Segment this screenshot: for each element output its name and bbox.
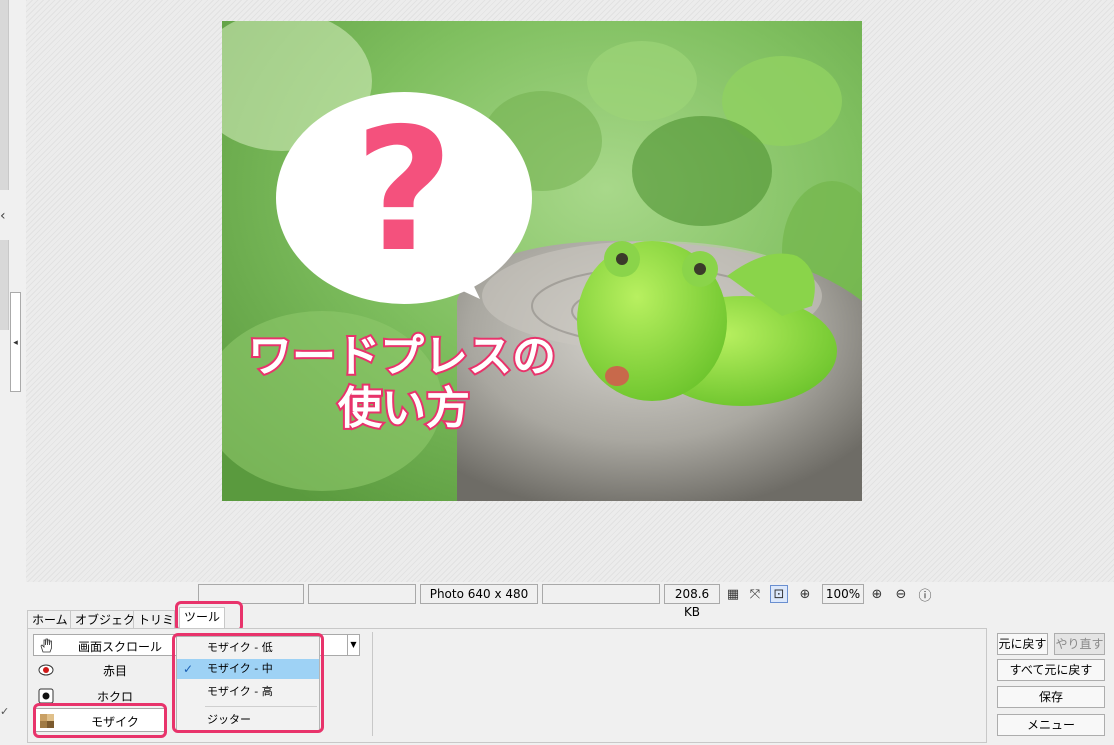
chevron-down-icon[interactable]: ▼	[347, 635, 359, 655]
tool-mosaic[interactable]: モザイク	[33, 708, 167, 732]
tab-home[interactable]: ホーム	[27, 610, 73, 629]
menu-item-label: モザイク - 中	[207, 662, 273, 675]
mosaic-strength-menu: モザイク - 低 ✓ モザイク - 中 モザイク - 高 ジッター	[176, 636, 320, 732]
mosaic-icon	[40, 714, 54, 728]
status-cell-empty-3	[542, 584, 660, 604]
resize-grip-icon: ✓	[0, 705, 10, 718]
status-cell-empty-2	[308, 584, 416, 604]
actual-size-icon[interactable]: ⊡	[770, 585, 788, 603]
transparency-checker-icon[interactable]: ▦	[724, 585, 742, 603]
tool-red-eye[interactable]: 赤目	[33, 658, 167, 682]
tool-mode-value: 画面スクロール	[78, 640, 163, 654]
tab-trimming[interactable]: トリミング	[133, 610, 175, 629]
menu-button[interactable]: メニュー	[997, 714, 1105, 736]
menu-item-mosaic-high[interactable]: モザイク - 高	[177, 682, 319, 702]
menu-item-label: ジッター	[207, 713, 251, 726]
status-bar: Photo 640 x 480 208.6 KB ▦ ⤧ ⊡ ⊕ 100% ⊕ …	[198, 584, 940, 619]
status-file-size: 208.6 KB	[664, 584, 720, 619]
zoom-in-icon[interactable]: ⊕	[868, 585, 886, 603]
panel-divider	[372, 632, 373, 736]
undo-button[interactable]: 元に戻す	[997, 633, 1048, 655]
info-icon[interactable]: ⓘ	[916, 585, 934, 604]
overlay-title-line1: ワードプレスの	[248, 331, 556, 382]
menu-item-label: モザイク - 低	[207, 641, 273, 654]
photo-preview[interactable]: ? ワードプレスの 使い方	[222, 21, 862, 501]
undo-all-button[interactable]: すべて元に戻す	[997, 659, 1105, 681]
tool-red-eye-label: 赤目	[102, 664, 127, 678]
redo-button[interactable]: やり直す	[1054, 633, 1105, 655]
menu-item-mosaic-low[interactable]: モザイク - 低	[177, 638, 319, 658]
menu-separator	[205, 706, 317, 707]
menu-item-mosaic-medium[interactable]: ✓ モザイク - 中	[177, 659, 319, 679]
fit-to-window-icon[interactable]: ⤧	[746, 585, 764, 603]
menu-item-label: モザイク - 高	[207, 685, 273, 698]
status-dimensions: Photo 640 x 480	[420, 584, 538, 604]
tool-mosaic-label: モザイク	[91, 715, 139, 729]
collapse-panel-handle[interactable]: ◂	[10, 292, 21, 392]
bubble-question-mark: ?	[355, 92, 454, 290]
zoom-out-icon[interactable]: ⊖	[892, 585, 910, 603]
checkmark-icon: ✓	[183, 662, 194, 676]
tool-mole-label: ホクロ	[96, 690, 133, 704]
status-cell-empty-1	[198, 584, 304, 604]
left-panel-scrollbar[interactable]	[0, 0, 9, 190]
chevron-left-icon: ‹	[0, 208, 6, 224]
overlay-title-line2: 使い方	[338, 383, 470, 434]
tab-tools[interactable]: ツール	[179, 607, 226, 629]
menu-item-jitter[interactable]: ジッター	[177, 710, 319, 730]
photo-image: ? ワードプレスの 使い方	[222, 21, 862, 501]
tool-mole[interactable]: ホクロ	[33, 684, 167, 708]
zoom-fit-icon[interactable]: ⊕	[796, 585, 814, 603]
save-button[interactable]: 保存	[997, 686, 1105, 708]
status-zoom-level: 100%	[822, 584, 864, 604]
hand-icon	[40, 638, 52, 653]
red-eye-icon	[38, 664, 54, 676]
mole-icon	[38, 688, 54, 704]
left-panel-scrollbar-lower[interactable]	[0, 240, 9, 330]
